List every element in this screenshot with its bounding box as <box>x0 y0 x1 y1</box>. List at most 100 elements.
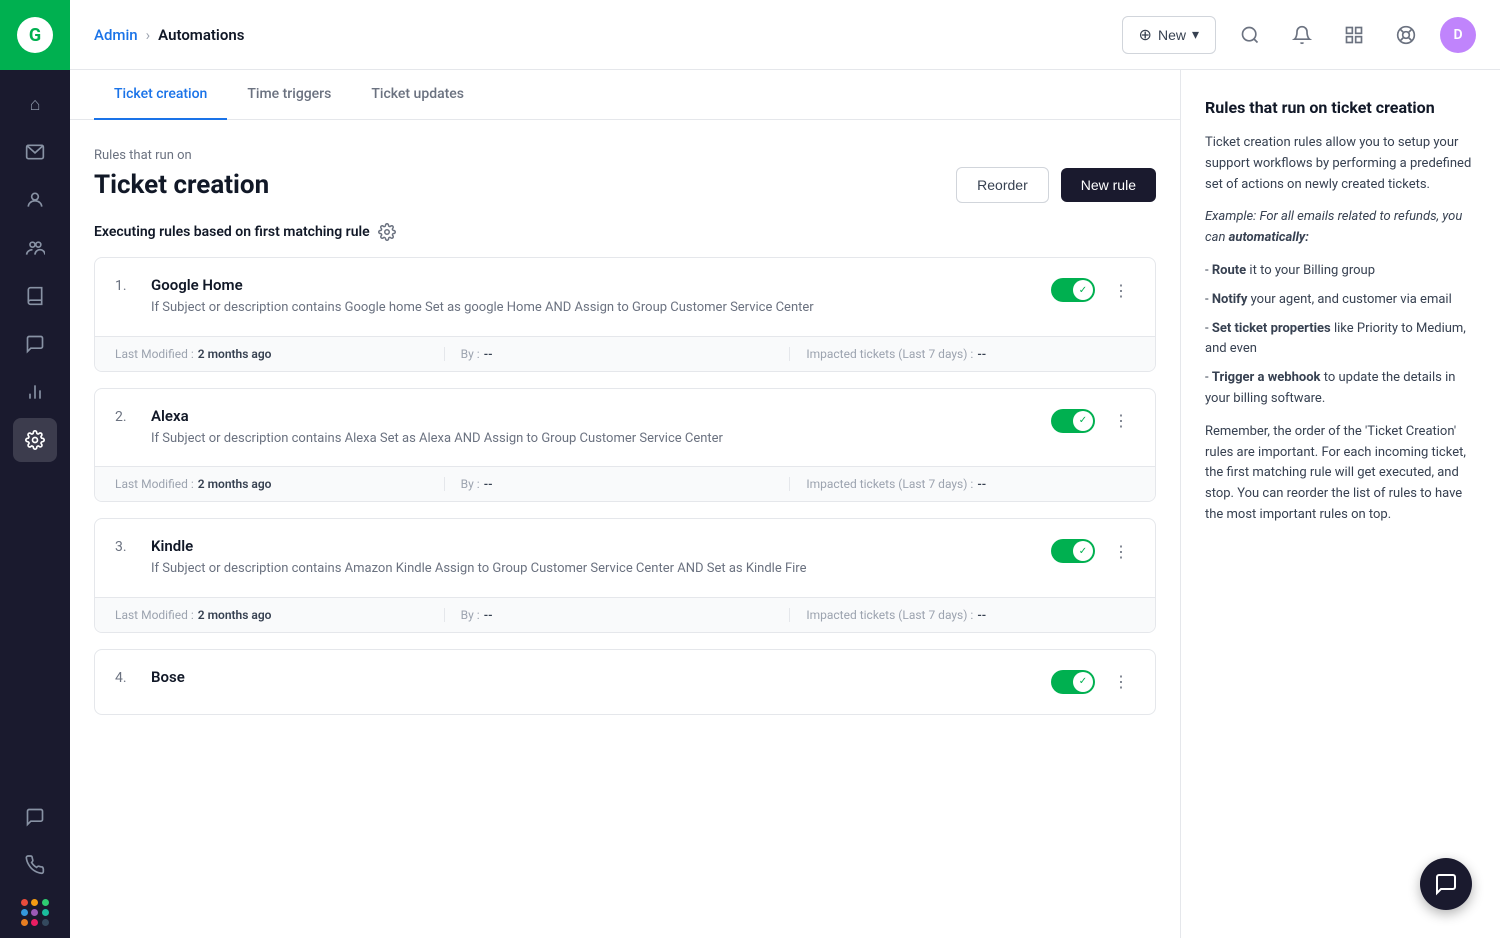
toggle-knob: ✓ <box>1073 541 1093 561</box>
executing-row: Executing rules based on first matching … <box>94 223 1156 241</box>
inbox-icon[interactable] <box>13 130 57 174</box>
rule-more-button[interactable]: ⋮ <box>1107 407 1135 435</box>
tabs-bar: Ticket creation Time triggers Ticket upd… <box>70 70 1180 120</box>
rule-footer: Last Modified : 2 months ago By : -- Imp… <box>95 336 1155 371</box>
rule-info: Bose <box>151 668 1039 690</box>
footer-modified-label: Last Modified : <box>115 608 194 622</box>
executing-gear-icon[interactable] <box>378 223 396 241</box>
rule-toggle[interactable]: ✓ <box>1051 409 1095 433</box>
rule-toggle[interactable]: ✓ <box>1051 670 1095 694</box>
footer-by-value: -- <box>484 608 493 622</box>
rule-description: If Subject or description contains Alexa… <box>151 429 1039 449</box>
footer-by: By : -- <box>444 347 790 361</box>
chat-icon[interactable] <box>13 322 57 366</box>
panel-item-rest: it to your Billing group <box>1246 263 1375 278</box>
footer-modified: Last Modified : 2 months ago <box>115 477 444 491</box>
footer-modified-label: Last Modified : <box>115 477 194 491</box>
phone-icon[interactable] <box>13 843 57 887</box>
rule-number: 3. <box>115 537 139 555</box>
rule-description: If Subject or description contains Amazo… <box>151 559 1039 579</box>
footer-impacted-label: Impacted tickets (Last 7 days) : <box>806 347 973 361</box>
toggle-knob: ✓ <box>1073 411 1093 431</box>
tab-ticket-updates[interactable]: Ticket updates <box>351 70 484 120</box>
rule-card-main: 4. Bose ✓ ⋮ <box>95 650 1155 714</box>
settings-icon[interactable] <box>13 418 57 462</box>
footer-impacted: Impacted tickets (Last 7 days) : -- <box>789 477 1135 491</box>
rule-card-main: 2. Alexa If Subject or description conta… <box>95 389 1155 467</box>
rule-actions: ✓ ⋮ <box>1051 407 1135 435</box>
panel-footer: Remember, the order of the 'Ticket Creat… <box>1205 422 1476 526</box>
new-button[interactable]: ⊕ New ▾ <box>1122 16 1216 54</box>
apps-icon[interactable] <box>1336 17 1372 53</box>
rule-actions: ✓ ⋮ <box>1051 537 1135 565</box>
support-chat-icon[interactable] <box>13 795 57 839</box>
rule-info: Google Home If Subject or description co… <box>151 276 1039 318</box>
panel-example: Example: For all emails related to refun… <box>1205 207 1476 249</box>
footer-by-label: By : <box>461 608 480 622</box>
rule-number: 4. <box>115 668 139 686</box>
rule-toggle[interactable]: ✓ <box>1051 539 1095 563</box>
panel-item: - Set ticket properties like Priority to… <box>1205 319 1476 361</box>
rule-name: Kindle <box>151 537 1039 555</box>
chat-fab-button[interactable] <box>1420 858 1472 910</box>
logo-letter: G <box>17 17 53 53</box>
tab-ticket-creation[interactable]: Ticket creation <box>94 70 227 120</box>
footer-impacted: Impacted tickets (Last 7 days) : -- <box>789 608 1135 622</box>
panel-item: - Notify your agent, and customer via em… <box>1205 290 1476 311</box>
rule-number: 1. <box>115 276 139 294</box>
breadcrumb-separator: › <box>146 26 151 44</box>
team-icon[interactable] <box>13 226 57 270</box>
header: Admin › Automations ⊕ New ▾ D <box>70 0 1500 70</box>
footer-by-label: By : <box>461 347 480 361</box>
rules-list: 1. Google Home If Subject or description… <box>94 257 1156 715</box>
app-dots[interactable] <box>21 899 49 926</box>
rule-card: 2. Alexa If Subject or description conta… <box>94 388 1156 503</box>
panel-item-bold: Set ticket properties <box>1212 321 1331 336</box>
reports-icon[interactable] <box>13 370 57 414</box>
home-icon[interactable]: ⌂ <box>13 82 57 126</box>
rule-more-button[interactable]: ⋮ <box>1107 537 1135 565</box>
help-icon[interactable] <box>1388 17 1424 53</box>
reorder-button[interactable]: Reorder <box>956 167 1049 203</box>
rule-footer: Last Modified : 2 months ago By : -- Imp… <box>95 597 1155 632</box>
footer-by-value: -- <box>484 477 493 491</box>
panel-item-bold: Notify <box>1212 292 1248 307</box>
notifications-icon[interactable] <box>1284 17 1320 53</box>
footer-impacted-value: -- <box>977 608 986 622</box>
breadcrumb-admin[interactable]: Admin <box>94 26 138 44</box>
rule-name: Alexa <box>151 407 1039 425</box>
right-panel: Rules that run on ticket creation Ticket… <box>1180 70 1500 938</box>
contacts-icon[interactable] <box>13 178 57 222</box>
plus-icon: ⊕ <box>1139 25 1152 45</box>
sidebar-nav: ⌂ <box>13 70 57 783</box>
app-logo[interactable]: G <box>0 0 70 70</box>
footer-impacted-value: -- <box>977 477 986 491</box>
search-icon[interactable] <box>1232 17 1268 53</box>
tab-time-triggers[interactable]: Time triggers <box>227 70 351 120</box>
rules-label: Rules that run on <box>94 148 1156 163</box>
panel-item-prefix: - <box>1205 292 1212 307</box>
rule-more-button[interactable]: ⋮ <box>1107 668 1135 696</box>
toggle-check-icon: ✓ <box>1079 676 1087 687</box>
panel-item-rest: your agent, and customer via email <box>1247 292 1451 307</box>
page-title-buttons: Reorder New rule <box>956 167 1156 203</box>
rule-info: Kindle If Subject or description contain… <box>151 537 1039 579</box>
rule-toggle[interactable]: ✓ <box>1051 278 1095 302</box>
chevron-down-icon: ▾ <box>1192 26 1199 43</box>
avatar[interactable]: D <box>1440 17 1476 53</box>
panel-title: Rules that run on ticket creation <box>1205 98 1476 117</box>
footer-by: By : -- <box>444 477 790 491</box>
book-icon[interactable] <box>13 274 57 318</box>
rule-more-button[interactable]: ⋮ <box>1107 276 1135 304</box>
toggle-check-icon: ✓ <box>1079 415 1087 426</box>
footer-by-value: -- <box>484 347 493 361</box>
new-rule-button[interactable]: New rule <box>1061 168 1156 202</box>
footer-modified-value: 2 months ago <box>198 608 272 622</box>
sidebar-bottom <box>13 783 57 938</box>
panel-item-prefix: - <box>1205 370 1212 385</box>
footer-impacted-label: Impacted tickets (Last 7 days) : <box>806 477 973 491</box>
footer-by: By : -- <box>444 608 790 622</box>
toggle-knob: ✓ <box>1073 280 1093 300</box>
footer-modified-value: 2 months ago <box>198 347 272 361</box>
footer-modified: Last Modified : 2 months ago <box>115 347 444 361</box>
